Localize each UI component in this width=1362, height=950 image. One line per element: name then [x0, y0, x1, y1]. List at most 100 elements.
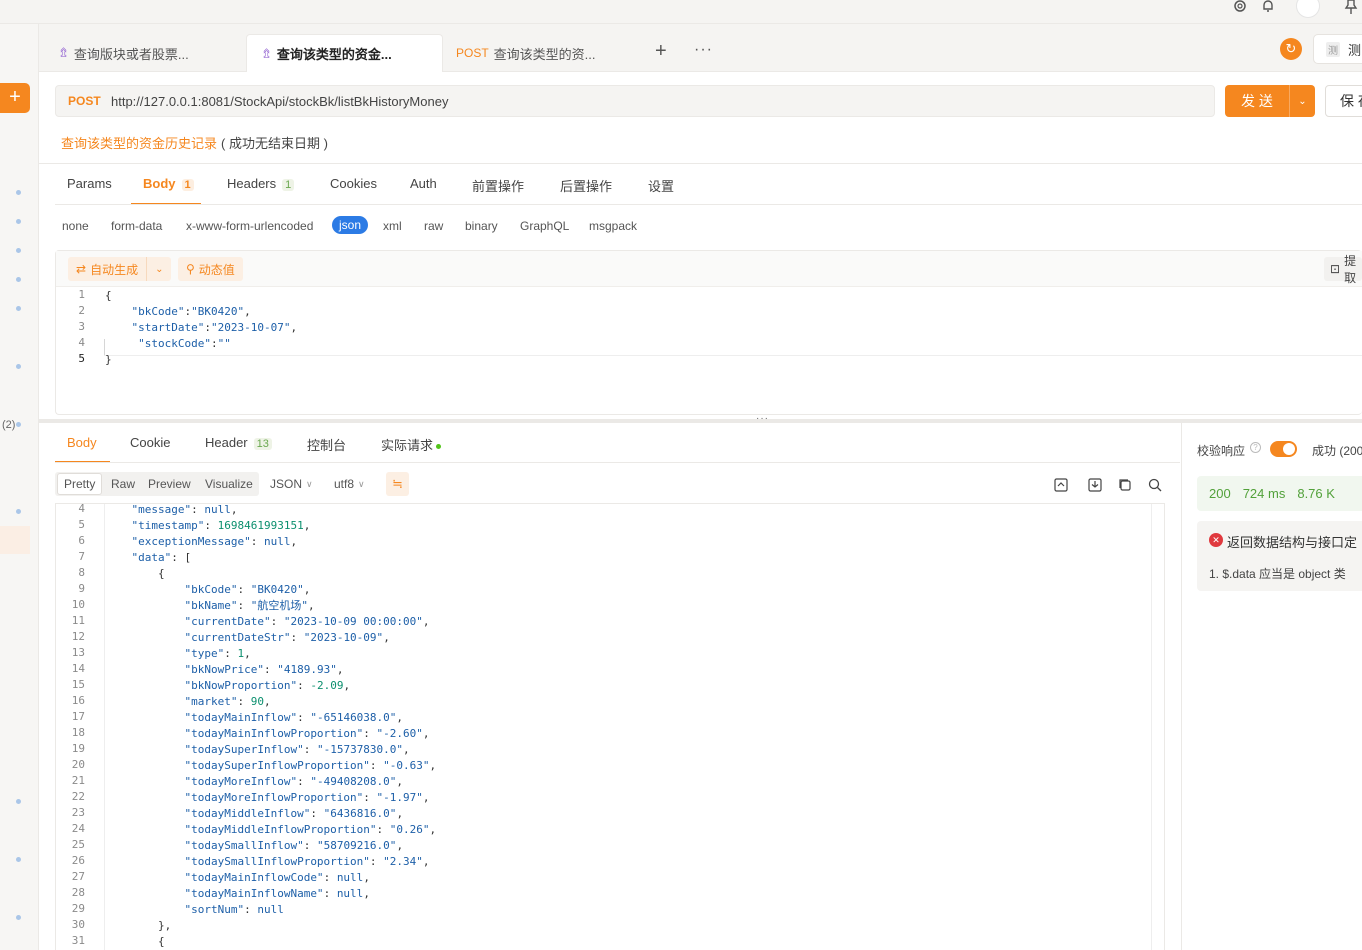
left-count: (2) [2, 419, 16, 431]
pin-icon[interactable] [1344, 0, 1358, 14]
response-code-line: "todayMoreInflow": "-49408208.0", [184, 775, 404, 788]
tab-cookies[interactable]: Cookies [330, 176, 377, 191]
tab-resp-actual-request[interactable]: 实际请求 [381, 435, 442, 454]
headers-count-badge: 1 [282, 179, 295, 191]
request-line-number: 1 [78, 288, 85, 301]
body-type-msgpack[interactable]: msgpack [589, 219, 637, 233]
search-icon[interactable] [1147, 477, 1163, 493]
response-line-number: 31 [71, 934, 85, 947]
request-code-line: "stockCode":"" [138, 337, 231, 350]
body-type-form-data[interactable]: form-data [111, 219, 162, 233]
tab-item[interactable]: ⇯ 查询版块或者股票... [44, 34, 244, 72]
sync-icon[interactable]: ↻ [1280, 38, 1302, 60]
response-code-line: "market": 90, [184, 695, 271, 708]
response-code-line: "currentDateStr": "2023-10-09", [184, 631, 390, 644]
bell-icon[interactable] [1260, 0, 1276, 14]
avatar[interactable] [1296, 0, 1320, 18]
tab-auth[interactable]: Auth [410, 176, 437, 191]
panel-splitter[interactable] [39, 419, 1362, 423]
extract-button[interactable]: ⊡ 提取 [1324, 254, 1362, 285]
response-code-line: "bkNowPrice": "4189.93", [184, 663, 344, 676]
format-select[interactable]: JSON ∨ [270, 473, 313, 495]
drag-handle-icon[interactable]: ··· [756, 413, 769, 424]
status-code: 200 [1209, 486, 1231, 501]
body-type-raw[interactable]: raw [424, 219, 443, 233]
view-preview[interactable]: Preview [148, 473, 191, 495]
response-line-number: 30 [71, 918, 85, 931]
tab-resp-cookie[interactable]: Cookie [130, 435, 170, 450]
view-raw[interactable]: Raw [111, 473, 135, 495]
tab-post-ops[interactable]: 后置操作 [560, 176, 612, 195]
request-line-number: 5 [78, 352, 85, 365]
dynamic-value-button[interactable]: ⚲ 动态值 [178, 257, 243, 281]
response-line-number: 24 [71, 822, 85, 835]
tab-pre-ops[interactable]: 前置操作 [472, 176, 524, 195]
download-icon[interactable] [1087, 477, 1103, 493]
gear-icon[interactable] [1232, 0, 1248, 14]
tab-resp-body[interactable]: Body [67, 435, 97, 450]
add-tab-button[interactable]: + [655, 40, 667, 63]
response-code-line: "todayMiddleInflowProportion": "0.26", [184, 823, 437, 836]
new-button[interactable]: + [0, 83, 30, 113]
help-icon: ? [1250, 442, 1261, 453]
view-pretty[interactable]: Pretty [57, 473, 103, 495]
body-type-json[interactable]: json [332, 216, 369, 234]
response-code-line: "bkName": "航空机场", [184, 599, 315, 612]
request-line-number: 3 [78, 320, 85, 333]
body-type-graphql[interactable]: GraphQL [520, 219, 569, 233]
response-size: 8.76 K [1297, 486, 1335, 501]
tab-item[interactable]: POST 查询该类型的资... [442, 34, 642, 72]
body-type-xml[interactable]: xml [383, 219, 402, 233]
response-code-line: "data": [ [131, 551, 192, 564]
wrap-lines-button[interactable]: ≒ [386, 472, 409, 496]
response-code-line: "todaySmallInflowProportion": "2.34", [184, 855, 430, 868]
body-type-binary[interactable]: binary [465, 219, 498, 233]
chevron-down-icon: ∨ [306, 478, 313, 489]
tab-resp-header[interactable]: Header 13 [205, 435, 272, 450]
response-code-line: "timestamp": 1698461993151, [131, 519, 311, 532]
response-line-number: 6 [78, 534, 85, 547]
response-code-line: "todayMainInflowName": null, [184, 887, 370, 900]
response-code-line: "todaySuperInflowProportion": "-0.63", [184, 759, 437, 772]
auto-generate-button[interactable]: ⇄ 自动生成 ⌄ [68, 257, 172, 281]
body-type-none[interactable]: none [62, 219, 89, 233]
url-bar[interactable]: POST http://127.0.0.1:8081/StockApi/stoc… [55, 85, 1215, 117]
validation-error-card: ✕ 返回数据结构与接口定 1. $.data 应当是 object 类 [1197, 521, 1362, 591]
response-line-number: 25 [71, 838, 85, 851]
body-type-urlencoded[interactable]: x-www-form-urlencoded [186, 219, 313, 233]
status-dot [436, 444, 442, 450]
encoding-select[interactable]: utf8 ∨ [334, 473, 365, 495]
tab-body[interactable]: Body 1 [143, 176, 194, 191]
validation-panel: 校验响应 ? 成功 (200) 200 724 ms 8.76 K ✕ 返回数据… [1181, 423, 1362, 950]
left-rail: + (2) [0, 24, 39, 950]
view-visualize[interactable]: Visualize [205, 473, 253, 495]
validate-toggle[interactable] [1270, 441, 1297, 457]
tab-headers[interactable]: Headers 1 [227, 176, 295, 191]
validation-status[interactable]: 成功 (200) [1312, 442, 1362, 459]
response-line-number: 8 [78, 566, 85, 579]
chevron-down-icon[interactable]: ⌄ [155, 264, 163, 275]
save-button[interactable]: 保 存 [1325, 85, 1362, 117]
tab-item-active[interactable]: ⇯ 查询该类型的资金... [246, 34, 443, 72]
refresh-icon: ⇄ [76, 262, 87, 276]
api-icon: ⇯ [261, 45, 272, 61]
response-body-code: 4 "message": null, 5 "timestamp": 1698461… [55, 502, 1095, 949]
method-label[interactable]: POST [68, 94, 101, 108]
more-tabs-button[interactable]: ··· [694, 41, 713, 59]
send-button[interactable]: 发 送 ⌄ [1225, 85, 1315, 117]
chevron-down-icon[interactable]: ⌄ [1290, 96, 1315, 107]
chevron-down-icon: ∨ [358, 478, 365, 489]
url-input[interactable]: http://127.0.0.1:8081/StockApi/stockBk/l… [111, 94, 448, 109]
tab-params[interactable]: Params [67, 176, 112, 191]
env-selector[interactable]: 测 测 [1313, 34, 1362, 64]
collapse-icon[interactable] [1053, 477, 1069, 493]
copy-icon[interactable] [1117, 477, 1133, 493]
request-line-number: 4 [78, 336, 85, 349]
scrollbar-track[interactable] [1151, 504, 1164, 950]
response-code-line: { [105, 567, 165, 580]
tab-resp-console[interactable]: 控制台 [307, 435, 346, 454]
tab-settings[interactable]: 设置 [648, 176, 674, 195]
response-line-number: 12 [71, 630, 85, 643]
response-code-line: "todaySmallInflow": "58709216.0", [184, 839, 404, 852]
response-time: 724 ms [1242, 486, 1286, 501]
